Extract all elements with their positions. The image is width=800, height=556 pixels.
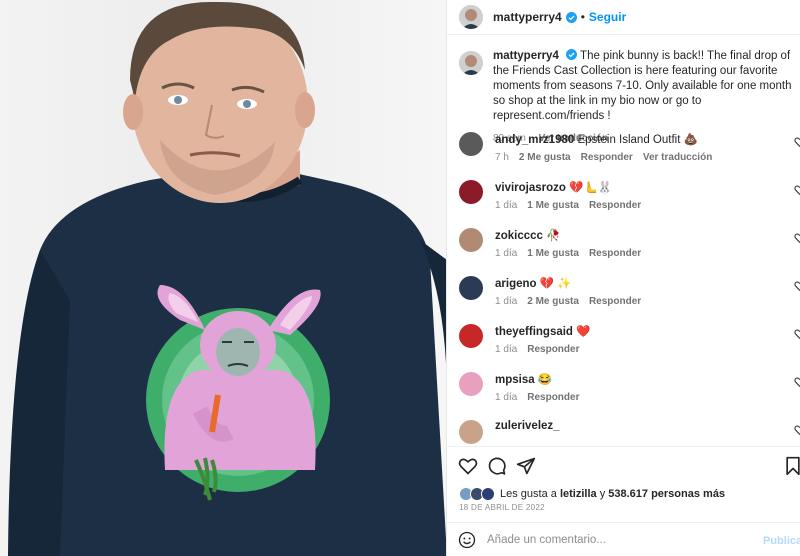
comment-like-heart-icon[interactable] [794, 184, 800, 196]
likes-text[interactable]: Les gusta a letizilla y 538.617 personas… [500, 488, 725, 500]
paper-plane-icon[interactable] [516, 456, 536, 476]
post-sidebar: mattyperry4 • Seguir mattyperry4 The pin… [447, 0, 800, 556]
commenter-username[interactable]: zulerivelez_ [495, 420, 560, 432]
comment-like-count[interactable]: 1 Me gusta [527, 248, 579, 259]
commenter-avatar[interactable] [459, 420, 483, 444]
comment-meta: 1 día 2 Me gusta Responder [495, 296, 651, 307]
comment-row: arigeno 💔 ✨ 1 día 2 Me gusta Responder [459, 272, 800, 316]
commenter-username[interactable]: vivirojasrozo [495, 182, 566, 194]
post-photo-illustration [8, 1, 446, 556]
comment-like-heart-icon[interactable] [794, 280, 800, 292]
heart-icon[interactable] [458, 456, 478, 476]
commenter-username[interactable]: arigeno [495, 278, 537, 290]
likes-count[interactable]: 538.617 personas más [608, 488, 725, 500]
comment-meta: 1 día Responder [495, 392, 589, 403]
verified-badge-icon [566, 49, 578, 60]
comment-body: 😂 [537, 374, 553, 386]
comment-age: 7 h [495, 152, 509, 163]
comment-meta: 1 día 1 Me gusta Responder [495, 200, 651, 211]
comment-like-count[interactable]: 2 Me gusta [527, 296, 579, 307]
comment-row: andy_mrz1980 Epstein Island Outfit 💩 7 h 2… [459, 128, 800, 172]
reply-button[interactable]: Responder [527, 392, 579, 403]
caption-author-avatar[interactable] [459, 51, 483, 75]
comment-text-line: arigeno 💔 ✨ [495, 276, 572, 290]
publish-button[interactable]: Publicar [763, 535, 800, 547]
comment-meta: 1 día Responder [495, 344, 589, 355]
comment-body: ❤️ [576, 326, 591, 338]
author-avatar[interactable] [459, 5, 483, 29]
comment-translate-link[interactable]: Ver traducción [643, 152, 712, 163]
reply-button[interactable]: Responder [527, 344, 579, 355]
comment-input[interactable] [487, 532, 747, 548]
comment-row: theyeffingsaid ❤️ 1 día Responder [459, 320, 800, 364]
reply-button[interactable]: Responder [589, 200, 641, 211]
likes-connector: y [599, 488, 606, 500]
commenter-username[interactable]: mpsisa [495, 374, 535, 386]
comment-like-heart-icon[interactable] [794, 136, 800, 148]
commenter-avatar[interactable] [459, 228, 483, 252]
comments-scroll-area[interactable]: mattyperry4 The pink bunny is back!! The… [447, 36, 800, 446]
comment-age: 1 día [495, 296, 518, 307]
comment-age: 1 día [495, 392, 518, 403]
comment-row: vivirojasrozo 💔🫷🐰 1 día 1 Me gusta Responde… [459, 176, 800, 220]
comment-body: 💔 ✨ [539, 278, 572, 290]
comment-body: 💔🫷🐰 [569, 182, 613, 194]
verified-badge-icon [565, 11, 577, 23]
comment-text-line: zulerivelez_ [495, 420, 560, 432]
comment-text-line: theyeffingsaid ❤️ [495, 324, 591, 338]
comment-row: zokicccc 🥀 1 día 1 Me gusta Responder [459, 224, 800, 268]
comment-like-heart-icon[interactable] [794, 424, 800, 436]
likes-prefix: Les gusta a [500, 488, 557, 500]
post-image [0, 0, 447, 556]
comment-like-heart-icon[interactable] [794, 376, 800, 388]
header-separator: • [580, 10, 585, 24]
commenter-avatar[interactable] [459, 132, 483, 156]
comment-body: Epstein Island Outfit 💩 [577, 134, 698, 146]
commenter-avatar[interactable] [459, 180, 483, 204]
comment-age: 1 día [495, 248, 518, 259]
comment-age: 1 día [495, 344, 518, 355]
commenter-avatar[interactable] [459, 372, 483, 396]
post-header: mattyperry4 • Seguir [447, 0, 800, 35]
commenter-username[interactable]: theyeffingsaid [495, 326, 573, 338]
comment-row: mpsisa 😂 1 día Responder [459, 368, 800, 412]
smiley-icon[interactable] [458, 531, 476, 549]
comment-meta: 1 día 1 Me gusta Responder [495, 248, 651, 259]
follow-button[interactable]: Seguir [589, 10, 626, 24]
likes-summary: Les gusta a letizilla y 538.617 personas… [459, 484, 725, 504]
comment-body: 🥀 [546, 230, 561, 242]
comment-meta: 7 h 2 Me gusta Responder Ver traducción [495, 152, 722, 163]
caption-username[interactable]: mattyperry4 [493, 50, 559, 62]
comment-text-line: mpsisa 😂 [495, 372, 552, 386]
comment-text-line: vivirojasrozo 💔🫷🐰 [495, 180, 612, 194]
post-date: 18 DE ABRIL DE 2022 [459, 503, 545, 512]
action-bar [447, 446, 800, 484]
likes-user[interactable]: letizilla [560, 488, 597, 500]
commenter-avatar[interactable] [459, 324, 483, 348]
comment-like-heart-icon[interactable] [794, 328, 800, 340]
liker-avatar [481, 487, 495, 501]
comment-like-count[interactable]: 1 Me gusta [527, 200, 579, 211]
comment-like-count[interactable]: 2 Me gusta [519, 152, 571, 163]
author-username[interactable]: mattyperry4 [493, 10, 562, 24]
comment-like-heart-icon[interactable] [794, 232, 800, 244]
commenter-avatar[interactable] [459, 276, 483, 300]
bookmark-icon[interactable] [783, 456, 800, 476]
commenter-username[interactable]: zokicccc [495, 230, 543, 242]
comment-row: zulerivelez_ [459, 416, 800, 446]
comment-text-line: zokicccc 🥀 [495, 228, 560, 242]
comment-text-line: andy_mrz1980 Epstein Island Outfit 💩 [495, 132, 698, 146]
commenter-username[interactable]: andy_mrz1980 [495, 134, 574, 146]
reply-button[interactable]: Responder [581, 152, 633, 163]
comment-composer: Publicar [447, 522, 800, 556]
comment-age: 1 día [495, 200, 518, 211]
comment-icon[interactable] [487, 456, 507, 476]
reply-button[interactable]: Responder [589, 296, 641, 307]
reply-button[interactable]: Responder [589, 248, 641, 259]
